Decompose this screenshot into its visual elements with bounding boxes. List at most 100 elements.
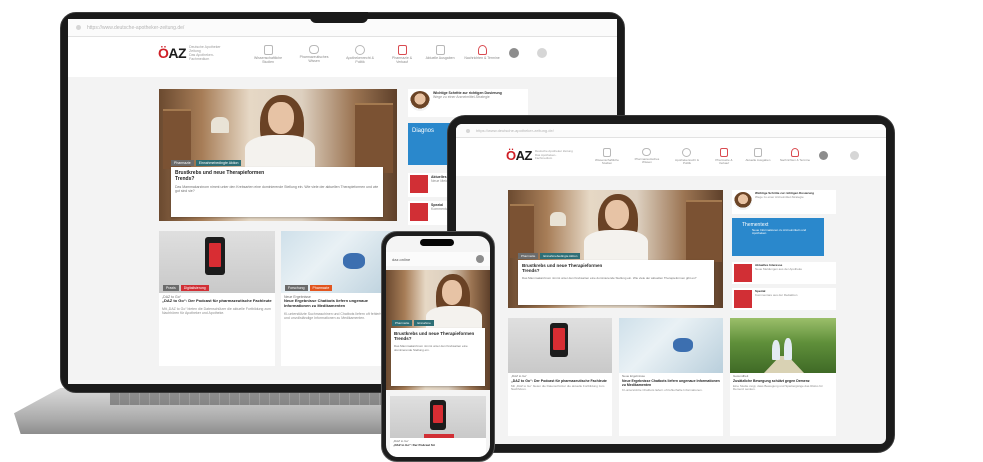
avatar [410, 91, 430, 111]
nav-label: Pharmazie & Verkauf [392, 56, 413, 64]
nav-item-ausgaben[interactable]: Aktuelle Ausgaben [425, 45, 455, 61]
hero-tags: Pharmazie Einnahmebedingte Aktion [171, 160, 242, 166]
lamp [211, 117, 229, 133]
card-tags: Praxis Digitalisierung [163, 285, 209, 291]
sidebar-thumb-icon [410, 203, 428, 221]
sidebar-item[interactable]: Aktuelles Interesse Neue Meldungen aus d… [732, 262, 836, 284]
author-subtitle: Wege zu einer Arzneimittel-Strategie [433, 95, 490, 100]
sidebar-item-sub: Kommentare aus der Redaktion [755, 292, 798, 297]
back-icon[interactable] [76, 25, 81, 30]
document-icon [602, 148, 611, 157]
hero-tag[interactable]: Pharmazie [171, 160, 194, 166]
site-header: ÖAZ Deutsche Apotheker Zeitung Das Apothe… [68, 37, 617, 77]
bookshelf-right [686, 200, 722, 262]
back-icon[interactable] [466, 128, 470, 133]
nav-item-ausgaben[interactable]: Aktuelle Ausgaben [745, 148, 771, 162]
site-header: ÖAZ Deutsche Apotheker Zeitung Das Apothe… [456, 138, 886, 176]
box-icon [397, 45, 407, 55]
address-bar[interactable]: https://www.deutsche-apotheker-zeitung.d… [476, 128, 554, 133]
address-bar[interactable]: https://www.deutsche-apotheker-zeitung.d… [87, 25, 184, 31]
hero-article-card[interactable]: Brustkrebs und neue Therapieformen Trend… [391, 328, 485, 386]
card-tag[interactable]: Forschung [285, 285, 308, 291]
hero-article-card[interactable]: Brustkrebs und neue Therapieformen Trend… [518, 260, 714, 305]
card-text: KI-unterstützte Chatbots liefern oft feh… [622, 387, 703, 392]
banner-subtitle: Neue Informationen zu Arzneimitteln und … [752, 227, 807, 236]
nav-item-wissen[interactable]: Pharmazeutisches Wissen [295, 45, 333, 64]
author-teaser[interactable]: Wichtige Schritte zur richtigen Dosierun… [732, 190, 836, 214]
card-tag[interactable] [424, 434, 454, 438]
radio-icon [477, 45, 487, 55]
card-tags: Forschung Pharmazie [285, 285, 333, 291]
menu-icon[interactable] [849, 151, 859, 160]
hero-teaser: Das Mammakarzinom nimmt unter den Krebsa… [394, 343, 468, 352]
lab-image [619, 318, 723, 373]
hero-subtitle: Trends? [522, 268, 540, 274]
hero-image[interactable]: Pharmazie Einnahmebedingte Aktion Brustk… [159, 89, 397, 221]
article-card[interactable]: Forschung Pharmazie Neue Ergebnisse Neue… [281, 231, 397, 366]
sidebar-item[interactable]: Spezial Kommentare aus der Redaktion [732, 288, 836, 310]
card-title: Zusätzliche Bewegung schützt gegen Demen… [733, 378, 810, 383]
card-tag[interactable]: Praxis [163, 285, 179, 291]
nav-label: Apothekenrecht & Politik [346, 56, 374, 64]
walker-figure [772, 340, 780, 360]
card-tag[interactable]: Pharmazie [309, 285, 333, 291]
walker-figure [784, 338, 792, 360]
hero-article-card[interactable]: Brustkrebs und neue Therapieformen Trend… [171, 167, 383, 217]
hero-tag[interactable]: Einnahmebedingte Aktion [540, 253, 581, 259]
card-text: KI-unterstützte Suchmaschinen und Chatbo… [284, 311, 388, 320]
nav-label: Wissenschaftliche Studien [254, 56, 283, 64]
card-title: Neue Ergebnisse Chatbots liefern ungenau… [284, 298, 369, 308]
account-icon[interactable] [818, 151, 828, 160]
nav-item-recht[interactable]: Apothekenrecht & Politik [341, 45, 379, 65]
nav-item-verkauf[interactable]: Pharmazie & Verkauf [387, 45, 417, 65]
nav-item-nachrichten[interactable]: Nachrichten & Termine [463, 45, 501, 61]
podcast-image [390, 396, 486, 438]
smartphone-image [205, 237, 225, 275]
gloved-hand-image [673, 338, 693, 352]
article-card[interactable]: Gesundheit Zusätzliche Bewegung schützt … [730, 318, 836, 436]
site-logo[interactable]: ÖAZ Deutsche Apotheker Zeitung Das Apothe… [158, 45, 233, 61]
avatar [734, 192, 752, 210]
hero-subtitle: Trends? [394, 336, 412, 342]
hero-tag[interactable]: Pharmazie [518, 253, 539, 259]
newspaper-icon [435, 45, 445, 55]
card-tag[interactable]: Digitalisierung [180, 285, 209, 291]
logo-mark: ÖAZ [506, 148, 532, 163]
hero-tag[interactable]: Einnahme [414, 320, 434, 326]
mobile-header: daz.online [386, 252, 490, 266]
article-card[interactable]: Neue Ergebnisse Neue Ergebnisse Chatbots… [619, 318, 723, 436]
nav-item-studien[interactable]: Wissenschaftliche Studien [249, 45, 287, 65]
hero-image[interactable]: Pharmazie Einnahmebedingte Aktion Brustk… [508, 190, 723, 308]
article-card[interactable]: Praxis Digitalisierung „DAZ to Go“ „DAZ … [159, 231, 275, 366]
site-logo[interactable]: ÖAZ Deutsche Apotheker Zeitung Das Apothe… [506, 148, 573, 163]
logo-mark: ÖAZ [158, 45, 187, 62]
author-teaser[interactable]: Wichtige Schritte zur richtigen Dosierun… [408, 89, 528, 117]
article-card[interactable]: „DAZ to Go“ „DAZ to Go“: Der Podcast für [390, 396, 486, 457]
nav-item-recht[interactable]: Apothekenrecht & Politik [671, 148, 703, 166]
smartphone-image [550, 323, 568, 357]
nav-item-verkauf[interactable]: Pharmazie & Verkauf [711, 148, 737, 166]
address-bar[interactable]: daz.online [392, 257, 410, 262]
account-icon[interactable] [509, 48, 520, 58]
nav-label: Nachrichten & Termine [464, 56, 500, 60]
hero-image[interactable]: Pharmazie Einnahme Brustkrebs und neue T… [386, 270, 490, 390]
hero-tags: Pharmazie Einnahme [392, 320, 434, 326]
nav-item-studien[interactable]: Wissenschaftliche Studien [591, 148, 623, 166]
woman-sweater [245, 135, 315, 169]
account-icon[interactable] [476, 255, 484, 263]
hero-tag[interactable]: Pharmazie [392, 320, 413, 326]
nav-item-nachrichten[interactable]: Nachrichten & Termine [779, 148, 811, 162]
menu-icon[interactable] [537, 48, 548, 58]
promo-banner[interactable]: Thementext Neue Informationen zu Arzneim… [732, 218, 824, 256]
banner-label: Diagnos [412, 128, 435, 134]
woman-face [442, 280, 462, 305]
woman-sweater [584, 230, 648, 260]
podcast-image: Praxis Digitalisierung [159, 231, 275, 293]
hero-tag[interactable]: Einnahmebedingte Aktion [195, 160, 242, 166]
chat-icon [642, 148, 652, 156]
podcast-image [508, 318, 612, 373]
logo-subtitle: Deutsche Apotheker Zeitung Das Apotheken-… [534, 149, 573, 161]
nav-item-wissen[interactable]: Pharmazeutisches Wissen [631, 148, 663, 165]
bookshelf-left [510, 204, 534, 258]
article-card[interactable]: „DAZ to Go“ „DAZ to Go“: Der Podcast für… [508, 318, 612, 436]
